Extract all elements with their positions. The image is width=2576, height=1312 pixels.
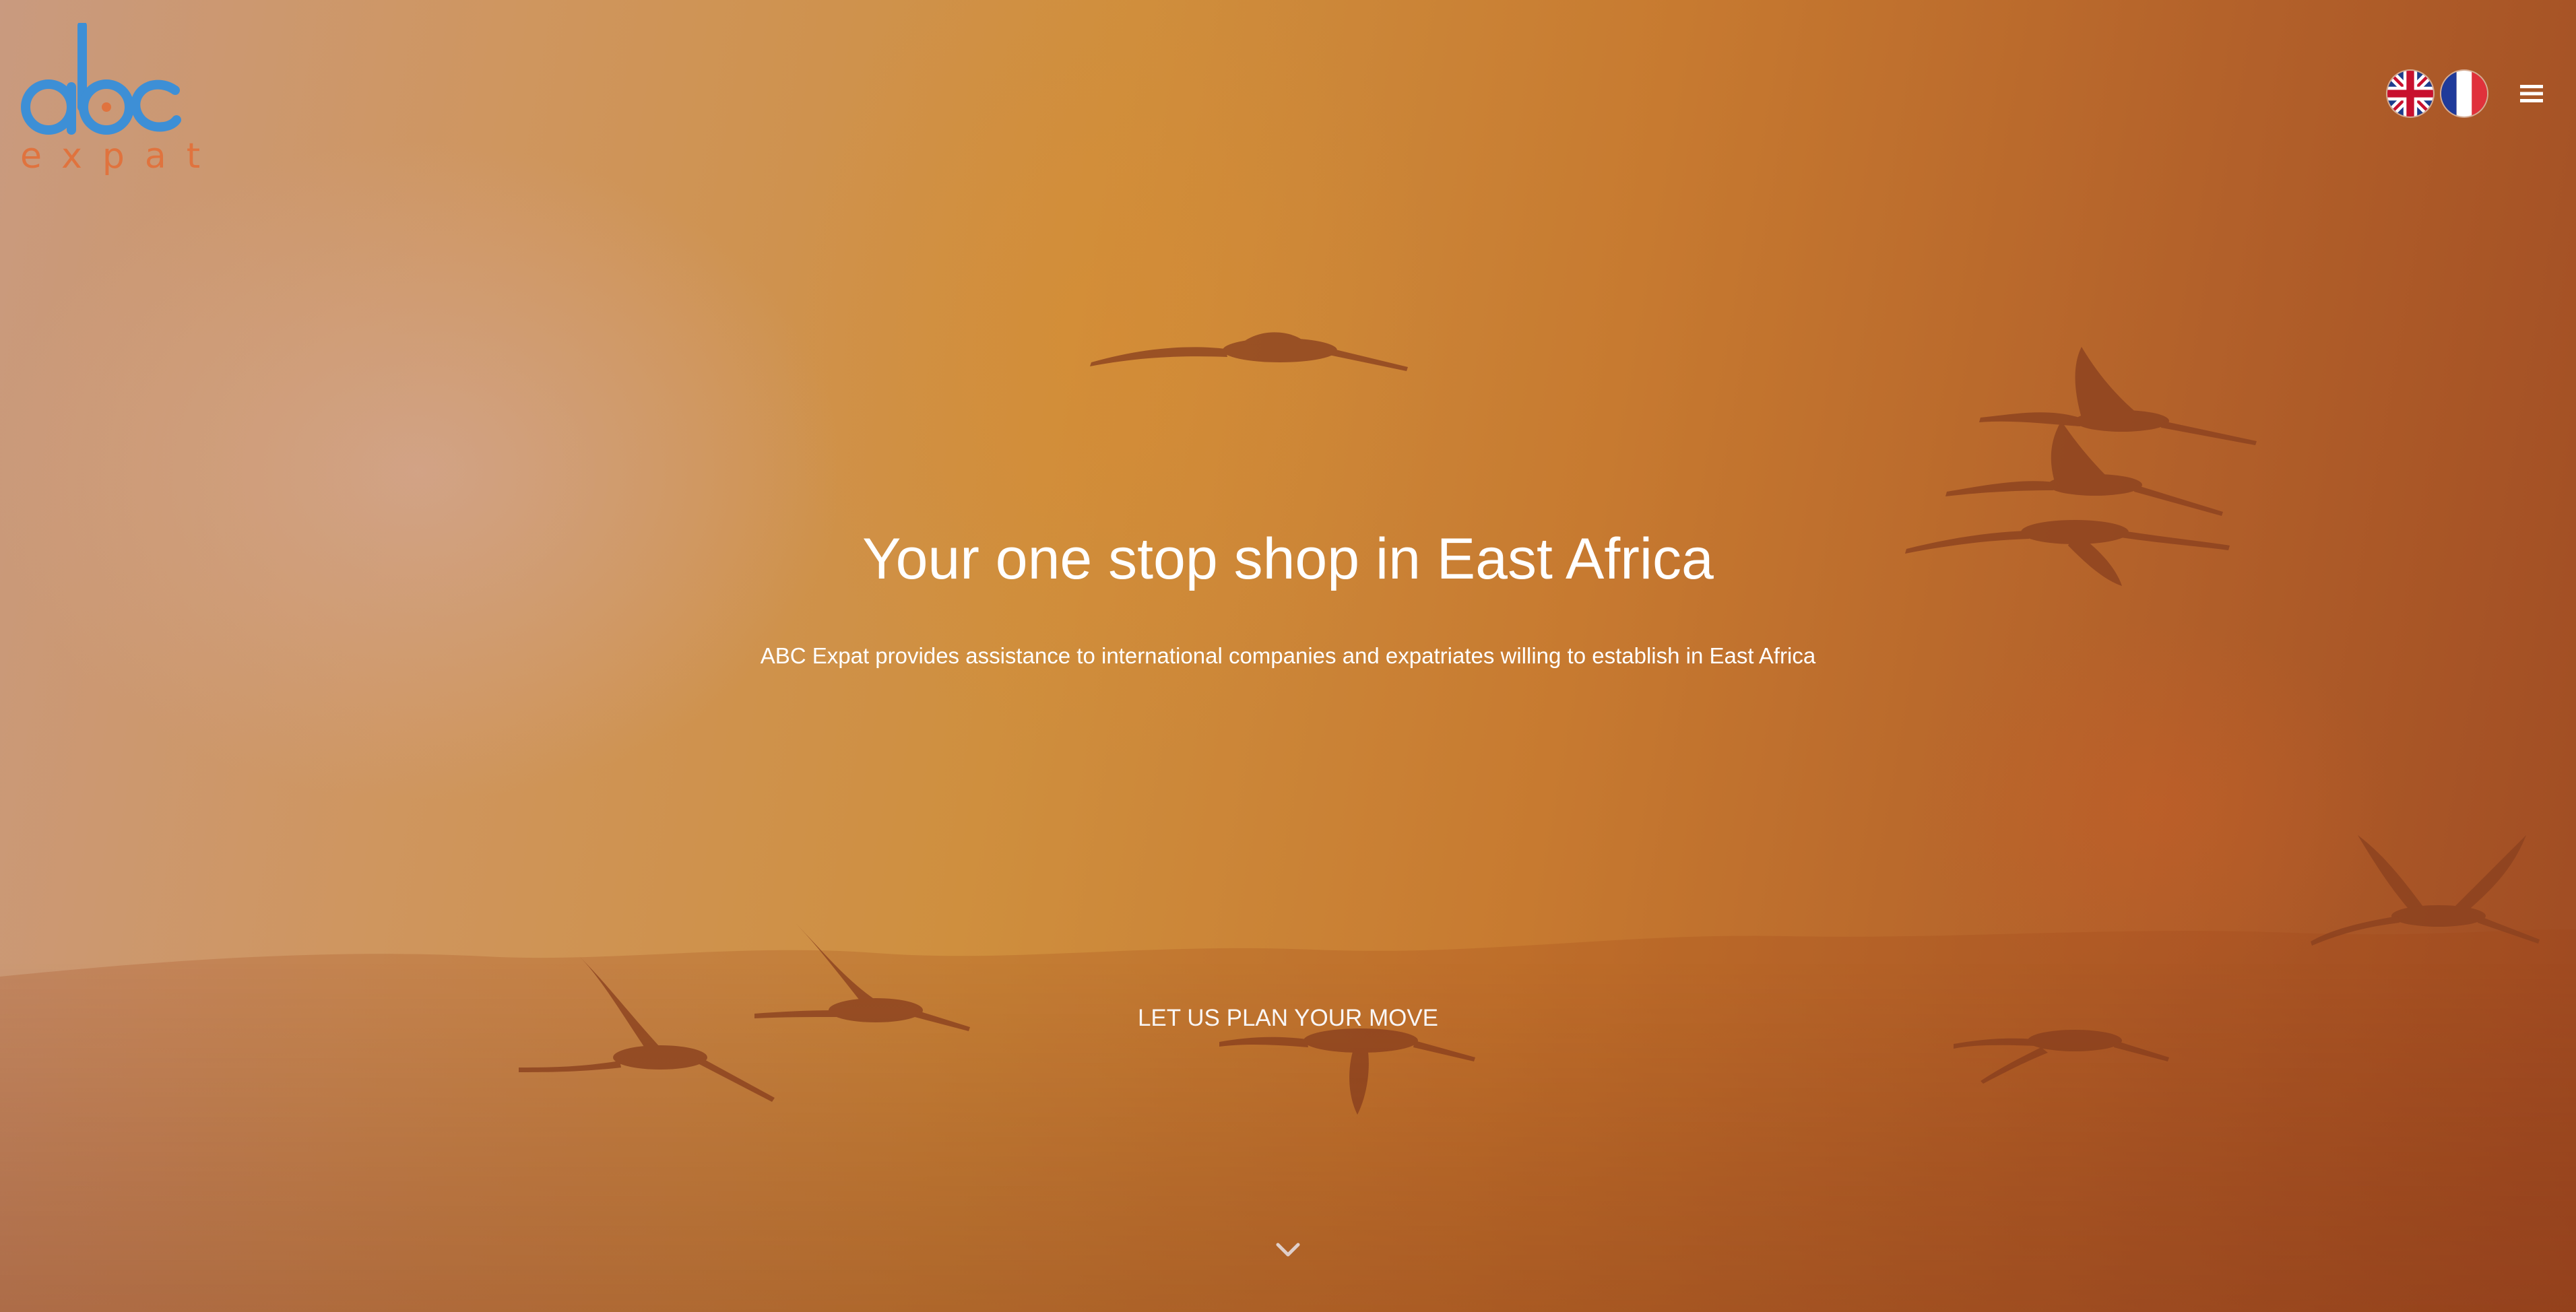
hamburger-menu-button[interactable]: [2510, 72, 2553, 115]
uk-flag-icon: [2387, 71, 2433, 117]
hero-subtitle: ABC Expat provides assistance to interna…: [760, 643, 1816, 668]
scroll-down-button[interactable]: [1271, 1237, 1305, 1264]
chevron-down-icon: [1276, 1243, 1300, 1257]
english-language-button[interactable]: [2387, 71, 2433, 117]
abc-expat-logo[interactable]: expat: [15, 21, 200, 178]
hero-title: Your one stop shop in East Africa: [862, 527, 1714, 591]
french-language-button[interactable]: [2441, 71, 2487, 117]
top-navigation: [2387, 71, 2553, 117]
abc-logo-mark-icon: [21, 21, 181, 135]
plan-your-move-button[interactable]: LET US PLAN YOUR MOVE: [1078, 999, 1498, 1037]
hero-section: expat Your one stop shop in East Africa …: [0, 0, 2576, 1312]
france-flag-icon: [2441, 71, 2487, 117]
hamburger-menu-icon: [2520, 85, 2543, 102]
logo-subtext: expat: [20, 136, 221, 176]
